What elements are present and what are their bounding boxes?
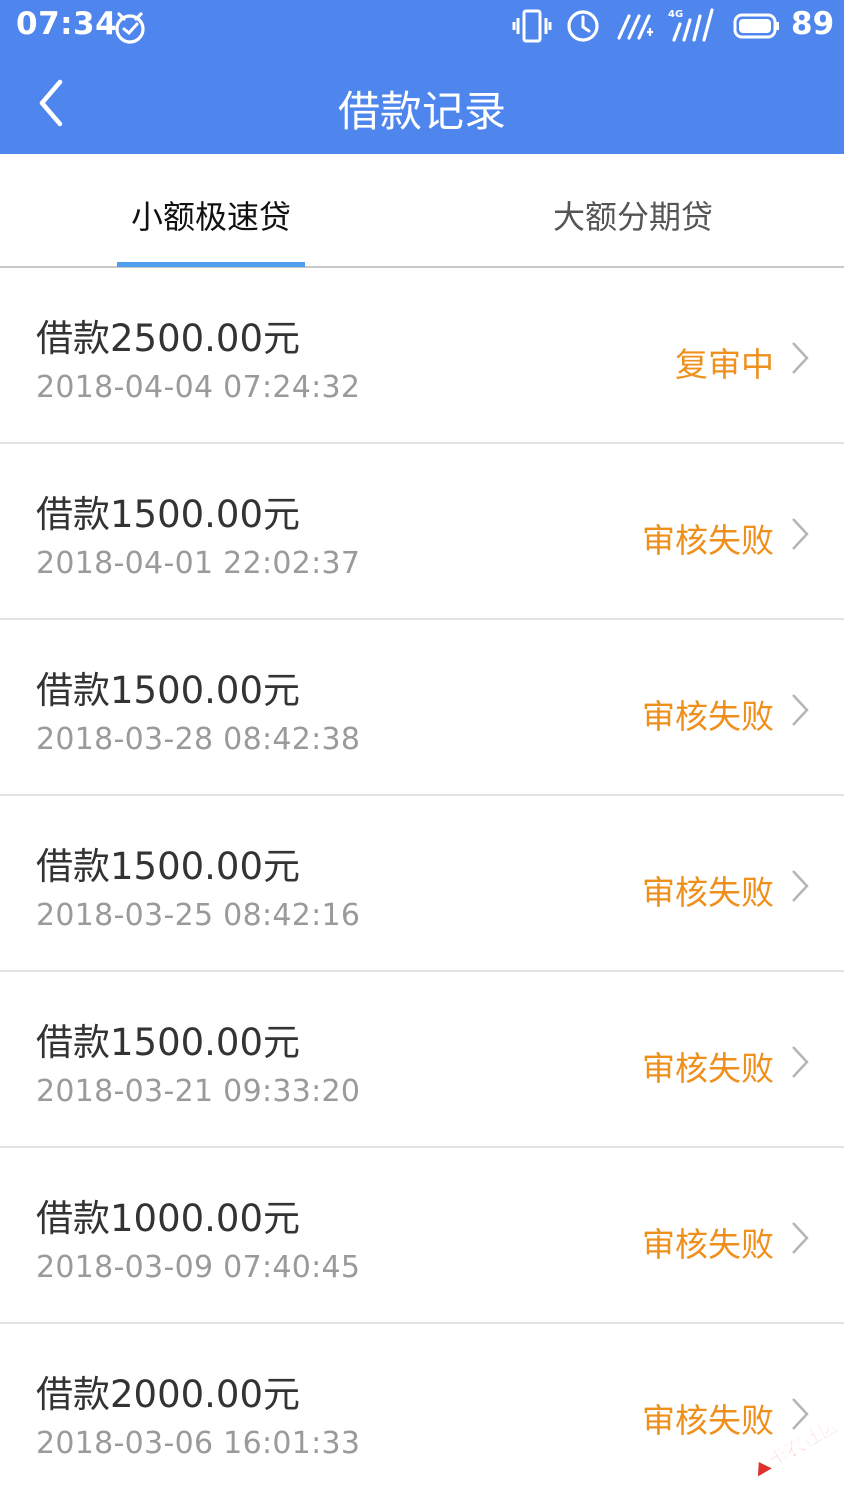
loan-time: 2018-03-21 09:33:20 bbox=[36, 1074, 361, 1109]
tab-label: 大额分期贷 bbox=[552, 198, 713, 236]
watermark-logo: 卡农社区 bbox=[757, 1413, 840, 1477]
loan-status: 审核失败 bbox=[642, 873, 774, 912]
loan-status: 审核失败 bbox=[642, 521, 774, 560]
chevron-right-icon bbox=[792, 694, 809, 726]
loan-amount: 借款1500.00元 bbox=[36, 493, 301, 536]
loan-amount: 借款2500.00元 bbox=[36, 317, 301, 360]
loan-status: 复审中 bbox=[675, 345, 774, 384]
chevron-right-icon bbox=[792, 518, 809, 550]
battery-level: 89 bbox=[791, 6, 835, 42]
status-bar: 07:34 4G 89 bbox=[0, 0, 844, 52]
loan-amount: 借款2000.00元 bbox=[36, 1373, 301, 1416]
loan-record-row[interactable]: 借款1500.00元 2018-03-25 08:42:16 审核失败 bbox=[0, 796, 844, 972]
tab-label: 小额极速贷 bbox=[130, 198, 291, 236]
tab-large-installment-loan[interactable]: 大额分期贷 bbox=[422, 154, 844, 266]
alarm-app-icon bbox=[115, 12, 145, 44]
loan-status: 审核失败 bbox=[642, 1225, 774, 1264]
loan-amount: 借款1000.00元 bbox=[36, 1197, 301, 1240]
loan-amount: 借款1500.00元 bbox=[36, 845, 301, 888]
app-header: 借款记录 bbox=[0, 52, 844, 154]
loan-record-row[interactable]: 借款1500.00元 2018-03-21 09:33:20 审核失败 bbox=[0, 972, 844, 1148]
loan-record-row[interactable]: 借款1500.00元 2018-04-01 22:02:37 审核失败 bbox=[0, 444, 844, 620]
top-bar: 07:34 4G 89 借款记录 bbox=[0, 0, 844, 154]
watermark-text: 卡农社区 bbox=[764, 1414, 840, 1472]
page-title: 借款记录 bbox=[337, 87, 506, 136]
tab-small-quick-loan[interactable]: 小额极速贷 bbox=[0, 154, 422, 266]
loan-time: 2018-03-28 08:42:38 bbox=[36, 722, 361, 757]
signal-icon: 4G bbox=[668, 8, 714, 42]
loan-record-row[interactable]: 借款1000.00元 2018-03-09 07:40:45 审核失败 bbox=[0, 1148, 844, 1324]
loan-time: 2018-04-01 22:02:37 bbox=[36, 546, 361, 581]
loan-record-row[interactable]: 借款1500.00元 2018-03-28 08:42:38 审核失败 bbox=[0, 620, 844, 796]
loan-status: 审核失败 bbox=[642, 1049, 774, 1088]
loan-list: 借款2500.00元 2018-04-04 07:24:32 复审中 借款150… bbox=[0, 268, 844, 1500]
chevron-right-icon bbox=[792, 342, 809, 374]
loan-status: 审核失败 bbox=[642, 697, 774, 736]
loan-amount: 借款1500.00元 bbox=[36, 1021, 301, 1064]
active-tab-indicator bbox=[117, 262, 305, 267]
clock-icon bbox=[567, 10, 599, 42]
tab-bar: 小额极速贷 大额分期贷 bbox=[0, 154, 844, 268]
loan-time: 2018-04-04 07:24:32 bbox=[36, 370, 361, 405]
chevron-right-icon bbox=[792, 870, 809, 902]
status-time: 07:34 bbox=[16, 6, 118, 42]
wifi-icon bbox=[617, 14, 653, 40]
signal-network-label: 4G bbox=[668, 9, 683, 20]
loan-time: 2018-03-06 16:01:33 bbox=[36, 1426, 361, 1461]
loan-time: 2018-03-25 08:42:16 bbox=[36, 898, 361, 933]
loan-amount: 借款1500.00元 bbox=[36, 669, 301, 712]
vibrate-icon bbox=[512, 9, 552, 43]
loan-record-row[interactable]: 借款2000.00元 2018-03-06 16:01:33 审核失败 bbox=[0, 1324, 844, 1500]
loan-time: 2018-03-09 07:40:45 bbox=[36, 1250, 361, 1285]
battery-icon bbox=[733, 13, 779, 39]
chevron-right-icon bbox=[792, 1046, 809, 1078]
loan-record-row[interactable]: 借款2500.00元 2018-04-04 07:24:32 复审中 bbox=[0, 268, 844, 444]
chevron-right-icon bbox=[792, 1222, 809, 1254]
